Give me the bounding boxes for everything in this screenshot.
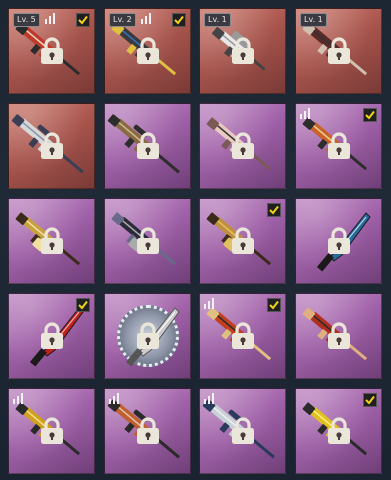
lock-icon	[39, 37, 65, 65]
level-badge: Lv. 1	[204, 13, 231, 27]
lock-icon	[326, 322, 352, 350]
lock-icon	[230, 132, 256, 160]
lock-icon	[39, 227, 65, 255]
signal-bars-icon	[204, 393, 215, 404]
signal-bars-icon	[300, 108, 311, 119]
skin-tile[interactable]	[104, 198, 191, 284]
skin-tile[interactable]	[199, 293, 286, 379]
skin-tile[interactable]	[199, 103, 286, 189]
skin-tile[interactable]	[104, 293, 191, 379]
skin-tile[interactable]	[8, 198, 95, 284]
lock-icon	[230, 227, 256, 255]
lock-icon	[326, 417, 352, 445]
skin-tile[interactable]: Lv. 5	[8, 8, 95, 94]
level-badge: Lv. 5	[13, 13, 40, 27]
checkmark-icon[interactable]	[76, 13, 90, 27]
skin-tile[interactable]	[104, 388, 191, 474]
skin-tile[interactable]: Lv. 1	[295, 8, 382, 94]
lock-icon	[135, 227, 161, 255]
skin-tile[interactable]: Lv. 2	[104, 8, 191, 94]
signal-bars-icon	[45, 13, 56, 24]
checkmark-icon[interactable]	[172, 13, 186, 27]
skin-tile[interactable]	[8, 388, 95, 474]
skin-tile[interactable]	[8, 293, 95, 379]
signal-bars-icon	[109, 393, 120, 404]
skin-tile[interactable]	[199, 198, 286, 284]
lock-icon	[230, 417, 256, 445]
checkmark-icon[interactable]	[76, 298, 90, 312]
skin-tile[interactable]	[199, 388, 286, 474]
signal-bars-icon	[13, 393, 24, 404]
level-badge: Lv. 1	[300, 13, 327, 27]
checkmark-icon[interactable]	[267, 298, 281, 312]
skin-tile[interactable]	[295, 293, 382, 379]
skin-tile[interactable]	[104, 103, 191, 189]
lock-icon	[326, 227, 352, 255]
lock-icon	[39, 132, 65, 160]
lock-icon	[39, 417, 65, 445]
checkmark-icon[interactable]	[363, 393, 377, 407]
weapon-skin-grid: Lv. 5 Lv. 2 Lv. 1 Lv. 1	[0, 0, 391, 480]
lock-icon	[326, 132, 352, 160]
lock-icon	[135, 132, 161, 160]
signal-bars-icon	[141, 13, 152, 24]
lock-icon	[230, 37, 256, 65]
skin-tile[interactable]	[295, 388, 382, 474]
checkmark-icon[interactable]	[267, 203, 281, 217]
lock-icon	[135, 417, 161, 445]
lock-icon	[326, 37, 352, 65]
lock-icon	[135, 37, 161, 65]
checkmark-icon[interactable]	[363, 108, 377, 122]
skin-tile[interactable]	[295, 198, 382, 284]
lock-icon	[135, 322, 161, 350]
signal-bars-icon	[204, 298, 215, 309]
lock-icon	[230, 322, 256, 350]
lock-icon	[39, 322, 65, 350]
skin-tile[interactable]: Lv. 1	[199, 8, 286, 94]
level-badge: Lv. 2	[109, 13, 136, 27]
skin-tile[interactable]	[295, 103, 382, 189]
skin-tile[interactable]	[8, 103, 95, 189]
